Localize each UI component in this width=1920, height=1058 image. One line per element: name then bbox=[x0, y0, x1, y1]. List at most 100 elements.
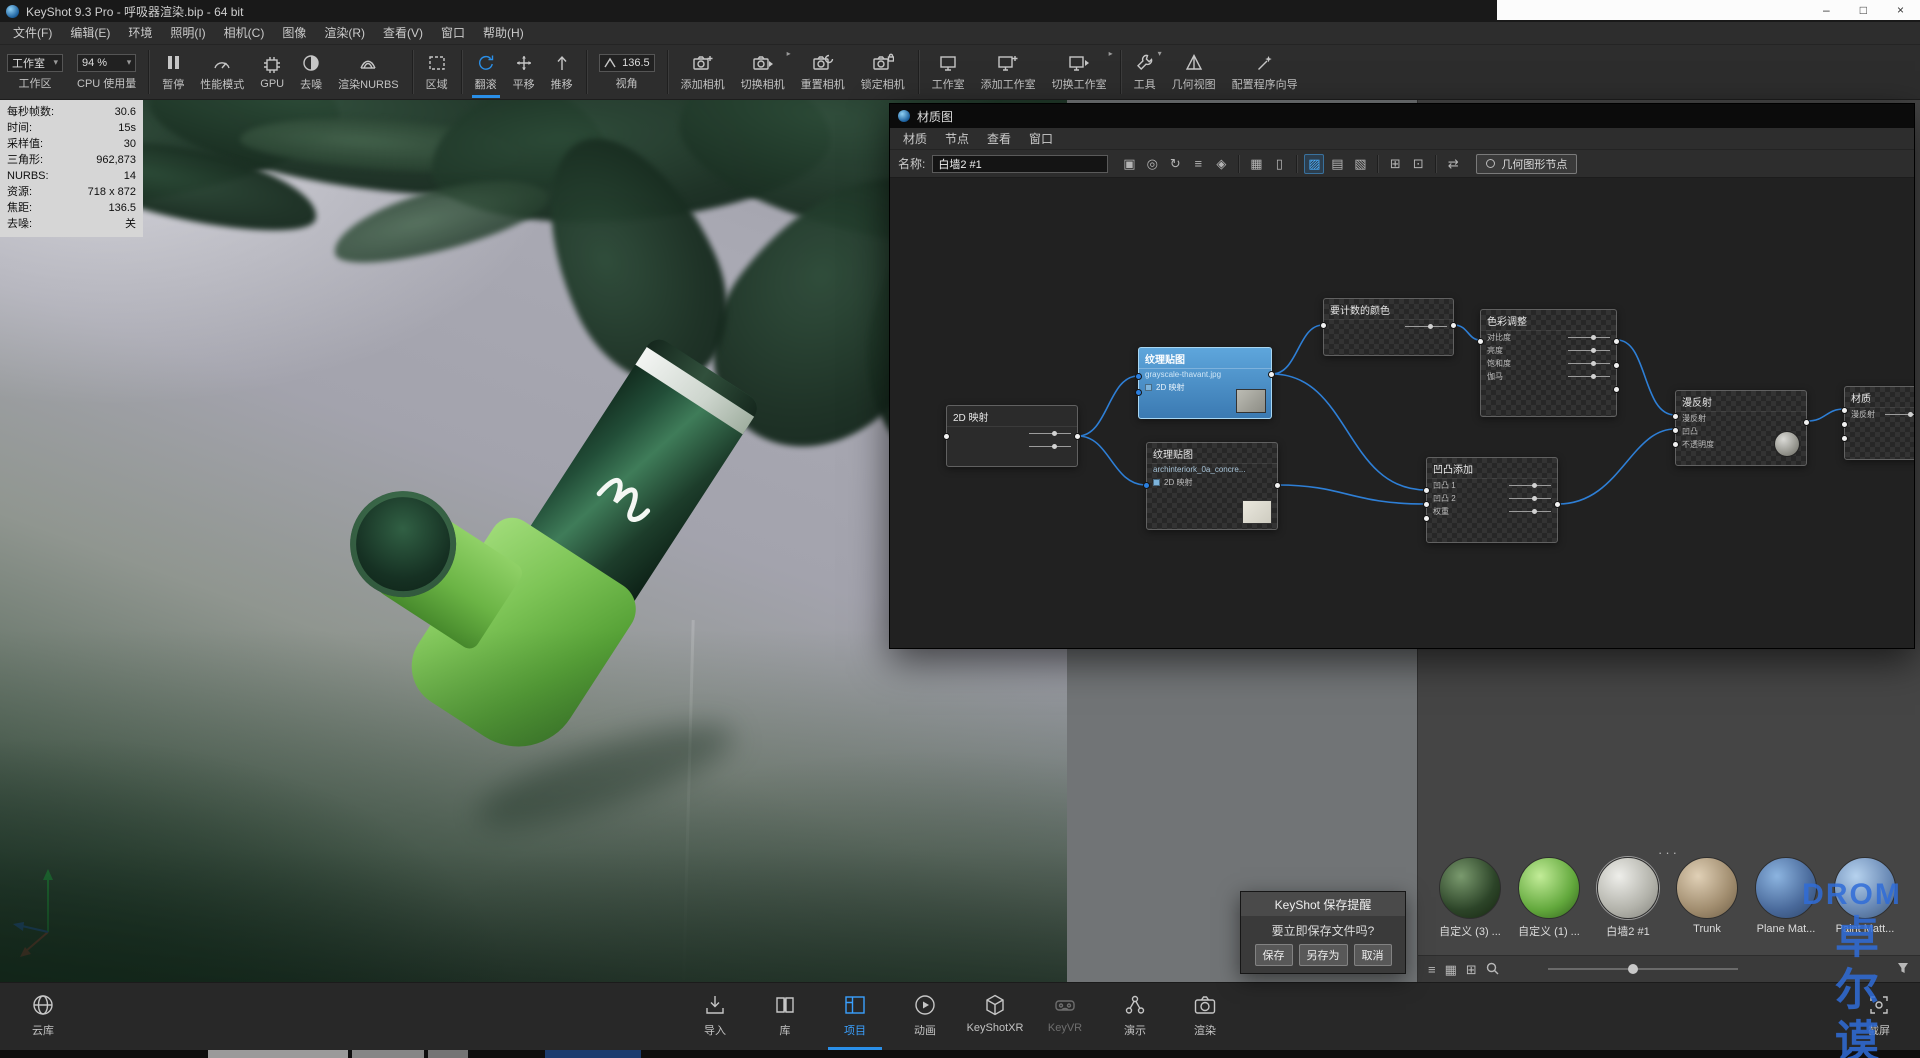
sliders-icon[interactable]: ≡ bbox=[1188, 154, 1208, 174]
menu-lighting[interactable]: 照明(I) bbox=[161, 22, 214, 45]
dock-cloud-library[interactable]: 云库 bbox=[12, 992, 74, 1038]
node-2d-mapping[interactable]: 2D 映射 bbox=[943, 405, 1081, 467]
node-port-in[interactable] bbox=[1423, 487, 1430, 494]
node-port-in[interactable] bbox=[1841, 407, 1848, 414]
material-name-input[interactable]: 白墙2 #1 bbox=[932, 154, 1109, 173]
dock-keyshotxr[interactable]: KeyShotXR bbox=[964, 992, 1026, 1038]
node-texture-map-concrete[interactable]: 纹理贴图 archinteriork_0a_concre... 2D 映射 bbox=[1143, 442, 1281, 530]
node-port-out[interactable] bbox=[1274, 482, 1281, 489]
node-port-in[interactable] bbox=[1423, 501, 1430, 508]
geometry-view-button[interactable]: 几何视图 bbox=[1164, 45, 1224, 99]
node-port-in[interactable] bbox=[1841, 421, 1848, 428]
gpu-button[interactable]: GPU bbox=[252, 45, 292, 99]
slider-knob[interactable] bbox=[1627, 964, 1638, 974]
lock-camera-button[interactable]: 锁定相机 bbox=[853, 45, 913, 99]
mg-menu-material[interactable]: 材质 bbox=[894, 128, 936, 150]
studio-button[interactable]: 工作室 bbox=[924, 45, 973, 99]
node-port-in[interactable] bbox=[1672, 427, 1679, 434]
denoise-button[interactable]: 去噪 bbox=[292, 45, 330, 99]
slider-control[interactable] bbox=[1029, 443, 1071, 451]
node-port-out[interactable] bbox=[1074, 433, 1081, 440]
close-button[interactable]: × bbox=[1897, 4, 1904, 16]
node-port-in[interactable] bbox=[1423, 515, 1430, 522]
slider-control[interactable] bbox=[1568, 360, 1610, 368]
cancel-button[interactable]: 取消 bbox=[1353, 944, 1392, 966]
node-port-out[interactable] bbox=[1268, 371, 1275, 378]
node-color-adjust[interactable]: 色彩调整 对比度 亮度 饱和度 伽马 bbox=[1477, 309, 1620, 417]
filter-funnel-icon[interactable] bbox=[1896, 961, 1910, 977]
menu-help[interactable]: 帮助(H) bbox=[474, 22, 533, 45]
material-thumb[interactable]: 自定义 (3) ... bbox=[1436, 857, 1504, 939]
large-grid-view-icon[interactable]: ⊞ bbox=[1466, 963, 1477, 976]
cpu-usage-selector[interactable]: 94 % ▾ CPU 使用量 bbox=[70, 45, 143, 99]
dock-library[interactable]: 库 bbox=[754, 992, 816, 1038]
sync-icon[interactable]: ↻ bbox=[1165, 154, 1185, 174]
tags-icon[interactable]: ▧ bbox=[1350, 154, 1370, 174]
node-port-out[interactable] bbox=[1613, 338, 1620, 345]
dock-import[interactable]: 导入 bbox=[684, 992, 746, 1038]
node-port-in[interactable] bbox=[1135, 373, 1142, 380]
save-button[interactable]: 保存 bbox=[1254, 944, 1293, 966]
slider-control[interactable] bbox=[1029, 430, 1071, 438]
dolly-button[interactable]: 推移 bbox=[543, 45, 581, 99]
fov-control[interactable]: 136.5 视角 bbox=[592, 45, 662, 99]
slider-control[interactable] bbox=[1509, 495, 1551, 503]
switch-camera-button[interactable]: ▸ 切换相机 bbox=[733, 45, 793, 99]
node-port-in[interactable] bbox=[1672, 413, 1679, 420]
material-thumb-selected[interactable]: 白墙2 #1 bbox=[1594, 857, 1662, 939]
list-view-icon[interactable]: ≡ bbox=[1428, 963, 1436, 976]
node-texture-map-grayscale[interactable]: 纹理贴图 grayscale-thavant.jpg 2D 映射 bbox=[1135, 347, 1275, 419]
menu-camera[interactable]: 相机(C) bbox=[215, 22, 274, 45]
menu-file[interactable]: 文件(F) bbox=[4, 22, 61, 45]
node-port-in[interactable] bbox=[1320, 322, 1327, 329]
switch-studio-button[interactable]: ▸ 切换工作室 bbox=[1044, 45, 1115, 99]
pause-button[interactable]: 暂停 bbox=[154, 45, 192, 99]
node-graph-canvas[interactable]: 2D 映射 纹理贴图 grayscale-thavant.jpg 2D 映射 纹… bbox=[890, 178, 1914, 648]
thumbnail-size-slider[interactable] bbox=[1547, 964, 1738, 974]
performance-mode-button[interactable]: 性能模式 bbox=[192, 45, 252, 99]
node-color-to-number[interactable]: 要计数的颜色 bbox=[1320, 298, 1457, 356]
show-preview-icon[interactable]: ▨ bbox=[1304, 153, 1325, 174]
node-port-out[interactable] bbox=[1450, 322, 1457, 329]
find-material-icon[interactable]: ◎ bbox=[1142, 154, 1162, 174]
node-port-in[interactable] bbox=[1143, 482, 1150, 489]
add-studio-button[interactable]: 添加工作室 bbox=[973, 45, 1044, 99]
node-port-in[interactable] bbox=[1477, 338, 1484, 345]
pan-button[interactable]: 平移 bbox=[505, 45, 543, 99]
node-port-in[interactable] bbox=[943, 433, 950, 440]
node-port-in[interactable] bbox=[1135, 389, 1142, 396]
slider-control[interactable] bbox=[1885, 411, 1914, 419]
tools-button[interactable]: ▾ 工具 bbox=[1126, 45, 1164, 99]
render-nurbs-button[interactable]: 渲染NURBS bbox=[330, 45, 407, 99]
grid-view-icon[interactable]: ▦ bbox=[1445, 963, 1457, 976]
route-icon[interactable]: ⇄ bbox=[1443, 154, 1463, 174]
lock-icon[interactable]: ◈ bbox=[1211, 154, 1231, 174]
save-as-button[interactable]: 另存为 bbox=[1298, 944, 1348, 966]
mg-menu-window[interactable]: 窗口 bbox=[1020, 128, 1062, 150]
material-thumb[interactable]: Paint Matt... bbox=[1831, 857, 1899, 939]
dock-keyvr[interactable]: KeyVR bbox=[1034, 992, 1096, 1038]
geometry-nodes-button[interactable]: 几何图形节点 bbox=[1476, 153, 1578, 174]
material-thumb[interactable]: 自定义 (1) ... bbox=[1515, 857, 1583, 939]
capture-icon[interactable]: ⊡ bbox=[1408, 154, 1428, 174]
delete-icon[interactable]: ▯ bbox=[1269, 154, 1289, 174]
duplicate-icon[interactable]: ▦ bbox=[1246, 154, 1266, 174]
add-camera-button[interactable]: 添加相机 bbox=[673, 45, 733, 99]
node-diffuse[interactable]: 漫反射 漫反射 凹凸 不透明度 bbox=[1672, 390, 1810, 466]
search-icon[interactable] bbox=[1486, 962, 1499, 977]
slider-control[interactable] bbox=[1568, 373, 1610, 381]
node-material-root[interactable]: 材质 漫反射 bbox=[1841, 386, 1914, 460]
menu-render[interactable]: 渲染(R) bbox=[315, 22, 374, 45]
dock-project[interactable]: 项目 bbox=[824, 992, 886, 1050]
maximize-button[interactable]: □ bbox=[1860, 4, 1867, 16]
menu-window[interactable]: 窗口 bbox=[432, 22, 474, 45]
slider-control[interactable] bbox=[1568, 347, 1610, 355]
studio-selector[interactable]: 工作室 ▾ 工作区 bbox=[0, 45, 70, 99]
mg-menu-view[interactable]: 查看 bbox=[978, 128, 1020, 150]
slider-control[interactable] bbox=[1509, 508, 1551, 516]
node-port-out[interactable] bbox=[1613, 386, 1620, 393]
node-port-out[interactable] bbox=[1613, 362, 1620, 369]
menu-edit[interactable]: 编辑(E) bbox=[61, 22, 119, 45]
dock-screenshot[interactable]: 截屏 bbox=[1848, 992, 1910, 1038]
dock-render[interactable]: 渲染 bbox=[1174, 992, 1236, 1038]
